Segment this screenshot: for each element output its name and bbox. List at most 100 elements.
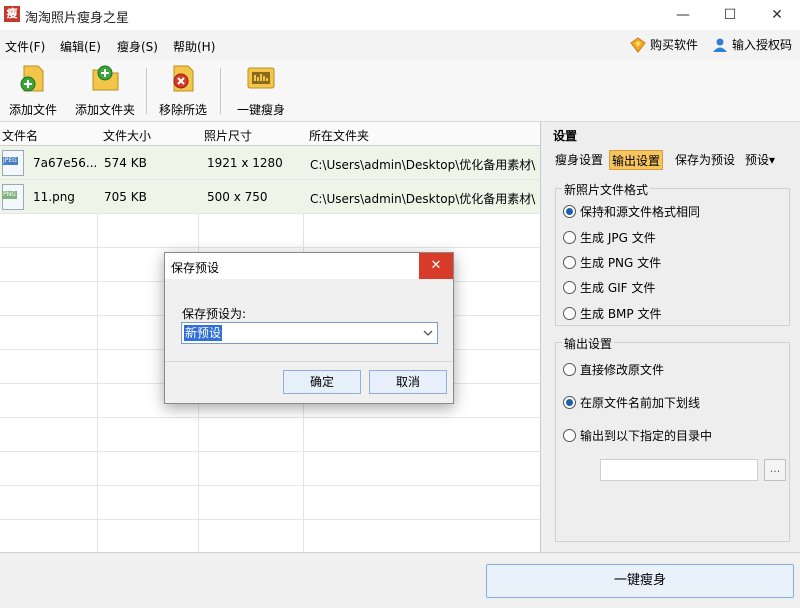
dialog-divider [165,361,453,362]
table-header: 文件名 文件大小 照片尺寸 所在文件夹 [0,122,540,146]
preset-name-label: 保存预设为: [182,307,247,321]
radio-gif[interactable]: 生成 GIF 文件 [563,279,655,296]
settings-panel: 设置 瘦身设置 输出设置 保存为预设 预设▾ 新照片文件格式 保持和源文件格式相… [545,122,800,552]
save-preset-dialog: 保存预设 ✕ 保存预设为: 新预设 确定 取消 [164,252,454,404]
browse-button[interactable]: ... [764,459,786,481]
add-file-icon [20,65,44,92]
radio-label: 生成 PNG 文件 [580,256,662,270]
dialog-close-button[interactable]: ✕ [419,253,453,279]
minimize-button[interactable]: — [660,0,706,30]
cancel-button[interactable]: 取消 [369,370,447,394]
row-filesize: 574 KB [104,156,147,170]
radio-label: 直接修改原文件 [580,363,665,377]
ok-button[interactable]: 确定 [283,370,361,394]
radio-circle [563,231,576,244]
one-click-slim-toolbar-label: 一键瘦身 [236,103,285,117]
preset-name-value: 新预设 [184,325,223,341]
remove-icon [173,65,194,92]
tab-output-settings[interactable]: 输出设置 [609,150,664,170]
radio-circle [563,429,576,442]
add-folder-icon [92,65,119,91]
row-dimensions: 500 x 750 [207,190,268,204]
one-click-slim-button[interactable]: 一键瘦身 [486,564,794,598]
png-file-icon: PNG [2,184,24,210]
radio-label: 生成 BMP 文件 [580,307,662,321]
buy-software-link[interactable]: 购买软件 [630,36,698,53]
format-group-label: 新照片文件格式 [562,181,651,198]
add-file-label: 添加文件 [8,103,57,117]
title-bar: 瘦 淘淘照片瘦身之星 — ☐ ✕ [0,0,800,30]
menu-slim[interactable]: 瘦身(S) [117,38,158,55]
radio-bmp[interactable]: 生成 BMP 文件 [563,305,661,322]
menu-help[interactable]: 帮助(H) [173,38,215,55]
jpeg-file-icon: JPEG [2,150,24,176]
table-row[interactable]: JPEG 7a67e56... 574 KB 1921 x 1280 C:\Us… [0,146,540,180]
radio-label: 保持和源文件格式相同 [580,205,701,219]
menu-bar: 文件(F) 编辑(E) 瘦身(S) 帮助(H) 购买软件 输入授权码 [0,30,800,60]
output-group-label: 输出设置 [562,335,615,352]
chevron-down-icon[interactable] [423,325,433,341]
empty-row [0,486,540,520]
toolbar-divider [146,68,147,114]
toolbar: 添加文件 添加文件夹 移除所选 一键瘦身 [0,60,800,122]
window-title: 淘淘照片瘦身之星 [25,11,130,26]
row-dimensions: 1921 x 1280 [207,156,283,170]
radio-label: 输出到以下指定的目录中 [580,429,713,443]
header-filesize[interactable]: 文件大小 [103,127,151,144]
radio-keep-format[interactable]: 保持和源文件格式相同 [563,203,700,220]
radio-underscore-prefix[interactable]: 在原文件名前加下划线 [563,394,700,411]
tab-slim-settings[interactable]: 瘦身设置 [553,150,605,170]
empty-row [0,418,540,452]
radio-circle [563,396,576,409]
preset-name-combobox[interactable]: 新预设 [181,322,438,344]
radio-circle [563,363,576,376]
radio-label: 生成 GIF 文件 [580,281,656,295]
remove-selected-label: 移除所选 [158,103,207,117]
format-group: 新照片文件格式 保持和源文件格式相同 生成 JPG 文件 生成 PNG 文件 生… [555,181,790,326]
diamond-icon [630,36,646,53]
add-folder-label: 添加文件夹 [74,103,135,117]
radio-output-dir[interactable]: 输出到以下指定的目录中 [563,427,712,444]
empty-row [0,214,540,248]
dialog-title: 保存预设 [171,261,220,275]
maximize-button[interactable]: ☐ [707,0,753,30]
dialog-title-bar: 保存预设 ✕ [165,253,453,279]
radio-modify-original[interactable]: 直接修改原文件 [563,361,664,378]
output-dir-input[interactable] [600,459,758,481]
header-folder[interactable]: 所在文件夹 [309,127,369,144]
add-file-button[interactable]: 添加文件 [6,64,60,118]
row-folder: C:\Users\admin\Desktop\优化备用素材\ [310,192,536,206]
radio-jpg[interactable]: 生成 JPG 文件 [563,229,656,246]
slim-icon [247,67,275,89]
radio-label: 生成 JPG 文件 [580,231,656,245]
bottom-bar: 一键瘦身 [0,552,800,608]
close-button[interactable]: ✕ [754,0,800,30]
row-filename: 11.png [33,190,75,204]
remove-selected-button[interactable]: 移除所选 [154,64,212,118]
radio-circle [563,281,576,294]
settings-title: 设置 [553,129,578,143]
row-folder: C:\Users\admin\Desktop\优化备用素材\ [310,158,536,172]
tab-presets-dropdown[interactable]: 预设▾ [743,150,777,170]
table-row[interactable]: PNG 11.png 705 KB 500 x 750 C:\Users\adm… [0,180,540,214]
radio-label: 在原文件名前加下划线 [580,396,701,410]
radio-circle [563,205,576,218]
header-dimensions[interactable]: 照片尺寸 [204,127,252,144]
menu-edit[interactable]: 编辑(E) [60,38,101,55]
radio-circle [563,307,576,320]
output-group: 输出设置 直接修改原文件 在原文件名前加下划线 输出到以下指定的目录中 ... [555,335,790,542]
buy-software-label: 购买软件 [650,38,699,52]
enter-license-link[interactable]: 输入授权码 [712,36,792,53]
radio-circle [563,256,576,269]
row-filename: 7a67e56... [33,156,98,170]
empty-row [0,452,540,486]
header-filename[interactable]: 文件名 [2,127,38,144]
radio-png[interactable]: 生成 PNG 文件 [563,254,661,271]
user-icon [713,38,727,52]
one-click-slim-toolbar-button[interactable]: 一键瘦身 [232,64,290,118]
app-icon: 瘦 [4,6,20,22]
enter-license-label: 输入授权码 [732,38,793,52]
menu-file[interactable]: 文件(F) [5,38,45,55]
tab-save-as-preset[interactable]: 保存为预设 [673,150,737,170]
add-folder-button[interactable]: 添加文件夹 [70,64,140,118]
